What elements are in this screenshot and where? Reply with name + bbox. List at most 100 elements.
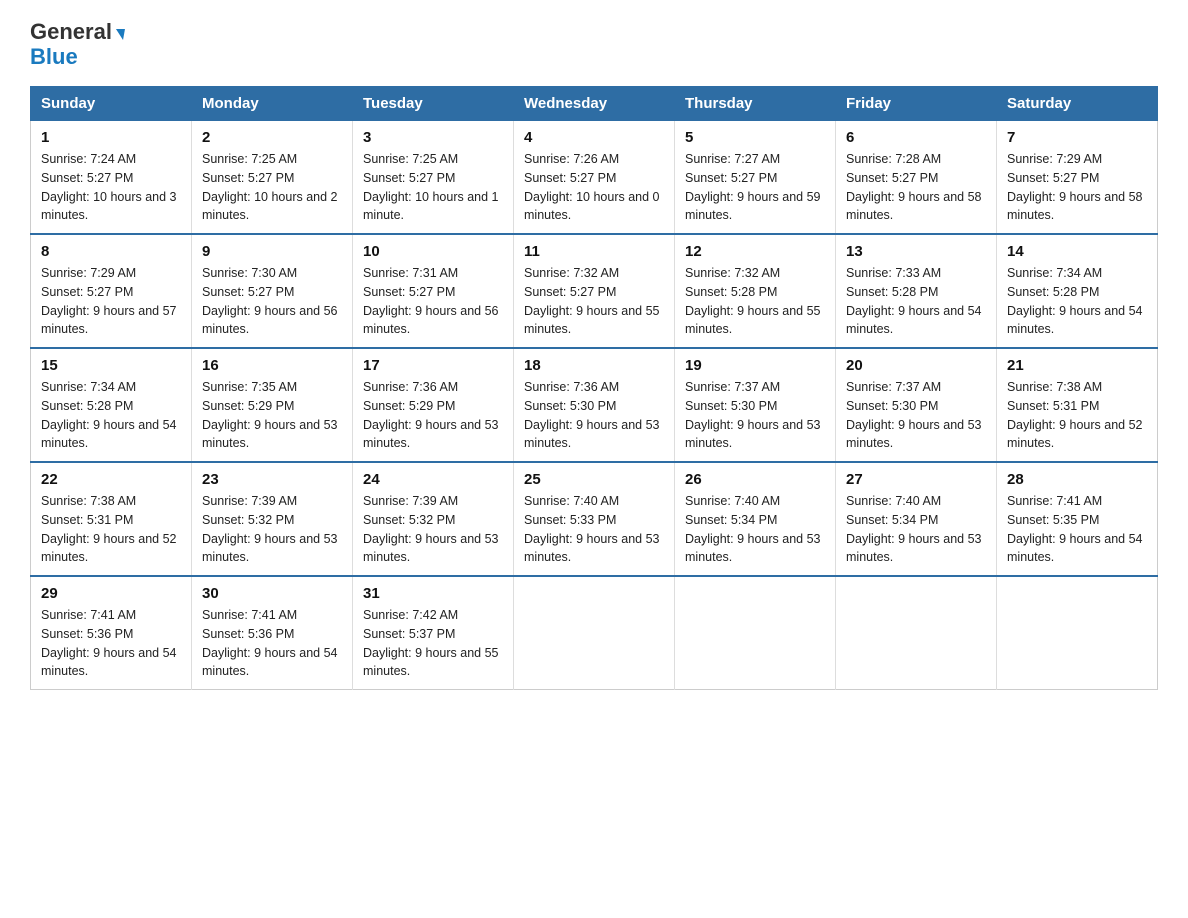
- day-info: Sunrise: 7:34 AMSunset: 5:28 PMDaylight:…: [41, 380, 177, 450]
- day-info: Sunrise: 7:29 AMSunset: 5:27 PMDaylight:…: [1007, 152, 1143, 222]
- day-info: Sunrise: 7:33 AMSunset: 5:28 PMDaylight:…: [846, 266, 982, 336]
- day-cell: 8 Sunrise: 7:29 AMSunset: 5:27 PMDayligh…: [31, 234, 192, 348]
- day-info: Sunrise: 7:41 AMSunset: 5:36 PMDaylight:…: [41, 608, 177, 678]
- page-header: General Blue: [30, 20, 1158, 70]
- day-number: 21: [1007, 357, 1147, 374]
- day-cell: 16 Sunrise: 7:35 AMSunset: 5:29 PMDaylig…: [192, 348, 353, 462]
- day-number: 26: [685, 471, 825, 488]
- day-cell: 27 Sunrise: 7:40 AMSunset: 5:34 PMDaylig…: [836, 462, 997, 576]
- day-cell: 31 Sunrise: 7:42 AMSunset: 5:37 PMDaylig…: [353, 576, 514, 690]
- day-number: 23: [202, 471, 342, 488]
- day-number: 11: [524, 243, 664, 260]
- logo-general: General: [30, 20, 112, 44]
- day-cell: 6 Sunrise: 7:28 AMSunset: 5:27 PMDayligh…: [836, 121, 997, 235]
- logo-blue: Blue: [30, 44, 78, 70]
- day-cell: 19 Sunrise: 7:37 AMSunset: 5:30 PMDaylig…: [675, 348, 836, 462]
- column-header-wednesday: Wednesday: [514, 87, 675, 121]
- day-cell: 1 Sunrise: 7:24 AMSunset: 5:27 PMDayligh…: [31, 121, 192, 235]
- day-info: Sunrise: 7:40 AMSunset: 5:34 PMDaylight:…: [685, 494, 821, 564]
- day-info: Sunrise: 7:41 AMSunset: 5:36 PMDaylight:…: [202, 608, 338, 678]
- day-cell: 11 Sunrise: 7:32 AMSunset: 5:27 PMDaylig…: [514, 234, 675, 348]
- day-cell: [836, 576, 997, 690]
- day-number: 24: [363, 471, 503, 488]
- day-info: Sunrise: 7:38 AMSunset: 5:31 PMDaylight:…: [41, 494, 177, 564]
- day-info: Sunrise: 7:24 AMSunset: 5:27 PMDaylight:…: [41, 152, 177, 222]
- day-cell: 26 Sunrise: 7:40 AMSunset: 5:34 PMDaylig…: [675, 462, 836, 576]
- day-number: 10: [363, 243, 503, 260]
- day-number: 7: [1007, 129, 1147, 146]
- calendar-table: SundayMondayTuesdayWednesdayThursdayFrid…: [30, 86, 1158, 690]
- day-cell: [514, 576, 675, 690]
- day-number: 5: [685, 129, 825, 146]
- day-cell: 22 Sunrise: 7:38 AMSunset: 5:31 PMDaylig…: [31, 462, 192, 576]
- day-cell: 18 Sunrise: 7:36 AMSunset: 5:30 PMDaylig…: [514, 348, 675, 462]
- day-info: Sunrise: 7:31 AMSunset: 5:27 PMDaylight:…: [363, 266, 499, 336]
- day-cell: 30 Sunrise: 7:41 AMSunset: 5:36 PMDaylig…: [192, 576, 353, 690]
- day-info: Sunrise: 7:26 AMSunset: 5:27 PMDaylight:…: [524, 152, 660, 222]
- day-cell: 13 Sunrise: 7:33 AMSunset: 5:28 PMDaylig…: [836, 234, 997, 348]
- day-info: Sunrise: 7:27 AMSunset: 5:27 PMDaylight:…: [685, 152, 821, 222]
- day-cell: 2 Sunrise: 7:25 AMSunset: 5:27 PMDayligh…: [192, 121, 353, 235]
- day-cell: 3 Sunrise: 7:25 AMSunset: 5:27 PMDayligh…: [353, 121, 514, 235]
- day-info: Sunrise: 7:34 AMSunset: 5:28 PMDaylight:…: [1007, 266, 1143, 336]
- day-info: Sunrise: 7:35 AMSunset: 5:29 PMDaylight:…: [202, 380, 338, 450]
- day-cell: 29 Sunrise: 7:41 AMSunset: 5:36 PMDaylig…: [31, 576, 192, 690]
- day-number: 20: [846, 357, 986, 374]
- day-cell: 15 Sunrise: 7:34 AMSunset: 5:28 PMDaylig…: [31, 348, 192, 462]
- day-info: Sunrise: 7:37 AMSunset: 5:30 PMDaylight:…: [846, 380, 982, 450]
- week-row-3: 15 Sunrise: 7:34 AMSunset: 5:28 PMDaylig…: [31, 348, 1158, 462]
- day-info: Sunrise: 7:39 AMSunset: 5:32 PMDaylight:…: [363, 494, 499, 564]
- column-header-thursday: Thursday: [675, 87, 836, 121]
- day-cell: 12 Sunrise: 7:32 AMSunset: 5:28 PMDaylig…: [675, 234, 836, 348]
- day-number: 27: [846, 471, 986, 488]
- column-header-monday: Monday: [192, 87, 353, 121]
- day-cell: 28 Sunrise: 7:41 AMSunset: 5:35 PMDaylig…: [997, 462, 1158, 576]
- logo: General Blue: [30, 20, 124, 70]
- column-header-saturday: Saturday: [997, 87, 1158, 121]
- day-number: 25: [524, 471, 664, 488]
- week-row-2: 8 Sunrise: 7:29 AMSunset: 5:27 PMDayligh…: [31, 234, 1158, 348]
- day-info: Sunrise: 7:32 AMSunset: 5:28 PMDaylight:…: [685, 266, 821, 336]
- header-row: SundayMondayTuesdayWednesdayThursdayFrid…: [31, 87, 1158, 121]
- week-row-4: 22 Sunrise: 7:38 AMSunset: 5:31 PMDaylig…: [31, 462, 1158, 576]
- calendar-body: 1 Sunrise: 7:24 AMSunset: 5:27 PMDayligh…: [31, 121, 1158, 690]
- day-cell: 25 Sunrise: 7:40 AMSunset: 5:33 PMDaylig…: [514, 462, 675, 576]
- day-cell: 17 Sunrise: 7:36 AMSunset: 5:29 PMDaylig…: [353, 348, 514, 462]
- day-info: Sunrise: 7:42 AMSunset: 5:37 PMDaylight:…: [363, 608, 499, 678]
- day-info: Sunrise: 7:40 AMSunset: 5:34 PMDaylight:…: [846, 494, 982, 564]
- day-number: 2: [202, 129, 342, 146]
- day-number: 12: [685, 243, 825, 260]
- day-info: Sunrise: 7:36 AMSunset: 5:29 PMDaylight:…: [363, 380, 499, 450]
- day-info: Sunrise: 7:40 AMSunset: 5:33 PMDaylight:…: [524, 494, 660, 564]
- day-number: 17: [363, 357, 503, 374]
- day-info: Sunrise: 7:29 AMSunset: 5:27 PMDaylight:…: [41, 266, 177, 336]
- day-info: Sunrise: 7:30 AMSunset: 5:27 PMDaylight:…: [202, 266, 338, 336]
- day-info: Sunrise: 7:28 AMSunset: 5:27 PMDaylight:…: [846, 152, 982, 222]
- day-number: 18: [524, 357, 664, 374]
- column-header-tuesday: Tuesday: [353, 87, 514, 121]
- day-cell: 4 Sunrise: 7:26 AMSunset: 5:27 PMDayligh…: [514, 121, 675, 235]
- day-number: 28: [1007, 471, 1147, 488]
- day-cell: 10 Sunrise: 7:31 AMSunset: 5:27 PMDaylig…: [353, 234, 514, 348]
- day-number: 16: [202, 357, 342, 374]
- day-number: 13: [846, 243, 986, 260]
- day-cell: 21 Sunrise: 7:38 AMSunset: 5:31 PMDaylig…: [997, 348, 1158, 462]
- day-cell: 9 Sunrise: 7:30 AMSunset: 5:27 PMDayligh…: [192, 234, 353, 348]
- week-row-1: 1 Sunrise: 7:24 AMSunset: 5:27 PMDayligh…: [31, 121, 1158, 235]
- day-cell: [675, 576, 836, 690]
- week-row-5: 29 Sunrise: 7:41 AMSunset: 5:36 PMDaylig…: [31, 576, 1158, 690]
- day-info: Sunrise: 7:38 AMSunset: 5:31 PMDaylight:…: [1007, 380, 1143, 450]
- day-number: 19: [685, 357, 825, 374]
- day-number: 9: [202, 243, 342, 260]
- day-number: 29: [41, 585, 181, 602]
- day-cell: 5 Sunrise: 7:27 AMSunset: 5:27 PMDayligh…: [675, 121, 836, 235]
- day-number: 6: [846, 129, 986, 146]
- day-info: Sunrise: 7:39 AMSunset: 5:32 PMDaylight:…: [202, 494, 338, 564]
- day-cell: [997, 576, 1158, 690]
- day-number: 15: [41, 357, 181, 374]
- day-info: Sunrise: 7:36 AMSunset: 5:30 PMDaylight:…: [524, 380, 660, 450]
- day-number: 30: [202, 585, 342, 602]
- day-info: Sunrise: 7:32 AMSunset: 5:27 PMDaylight:…: [524, 266, 660, 336]
- day-number: 3: [363, 129, 503, 146]
- day-number: 22: [41, 471, 181, 488]
